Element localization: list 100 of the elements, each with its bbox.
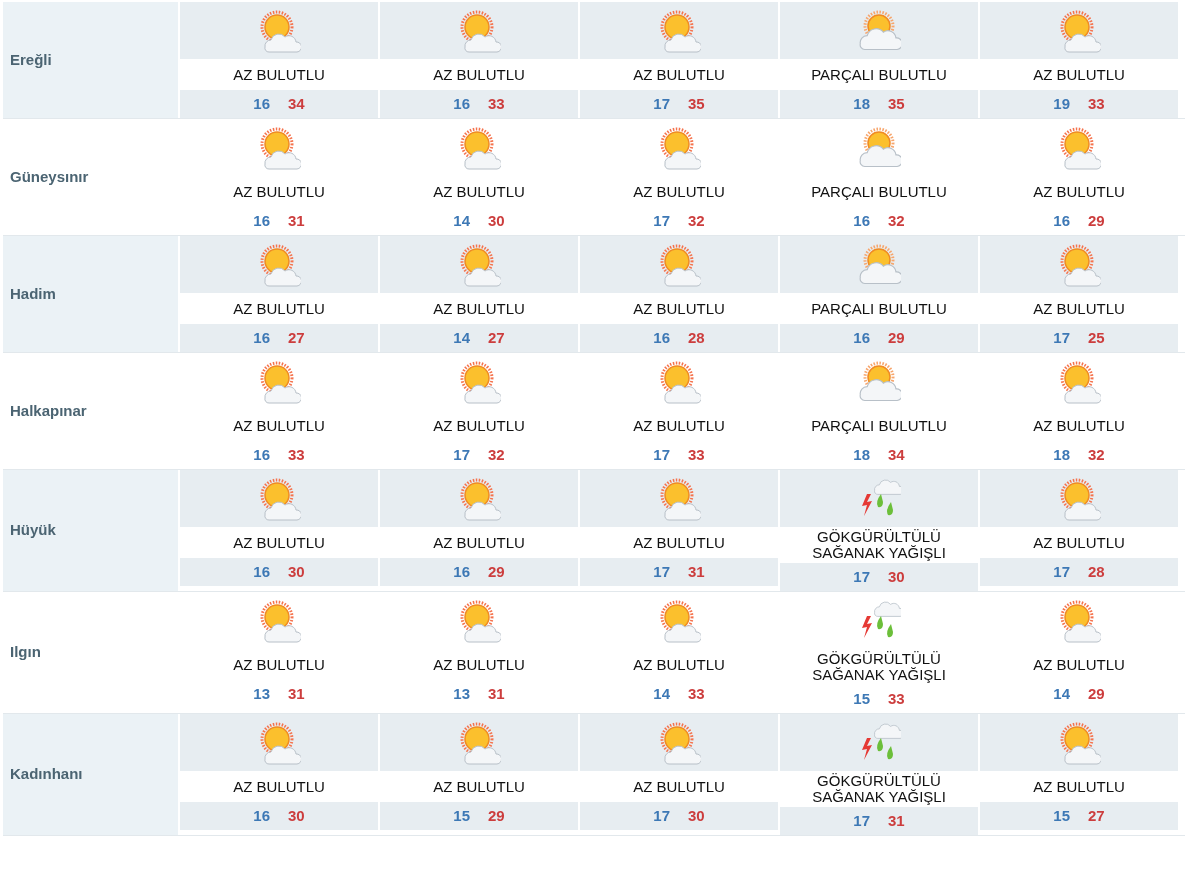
condition-text: AZ BULUTLU [233, 534, 325, 551]
high-temperature: 31 [488, 683, 505, 704]
sun-behind-cloud-icon [857, 125, 901, 170]
sun-behind-cloud-icon [857, 359, 901, 404]
condition-text: AZ BULUTLU [233, 300, 325, 317]
condition-text: PARÇALI BULUTLU [811, 183, 947, 200]
high-temperature: 30 [288, 561, 305, 582]
low-temperature: 17 [853, 566, 870, 587]
high-temperature: 29 [488, 805, 505, 826]
high-temperature: 31 [888, 810, 905, 831]
high-temperature: 28 [1088, 561, 1105, 582]
city-name: Güneysınır [10, 166, 89, 187]
low-temperature: 13 [453, 683, 470, 704]
condition-text: AZ BULUTLU [633, 417, 725, 434]
condition-text: AZ BULUTLU [1033, 183, 1125, 200]
condition-text: AZ BULUTLU [633, 778, 725, 795]
city-name: Kadınhanı [10, 764, 83, 785]
low-temperature: 16 [1053, 210, 1070, 231]
low-temperature: 16 [253, 93, 270, 114]
low-temperature: 16 [453, 93, 470, 114]
condition-text: AZ BULUTLU [433, 66, 525, 83]
condition-text: AZ BULUTLU [233, 66, 325, 83]
condition-text: AZ BULUTLU [1033, 66, 1125, 83]
low-temperature: 17 [653, 805, 670, 826]
condition-text: AZ BULUTLU [633, 656, 725, 673]
high-temperature: 31 [688, 561, 705, 582]
low-temperature: 16 [253, 327, 270, 348]
condition-text: PARÇALI BULUTLU [811, 417, 947, 434]
low-temperature: 14 [453, 327, 470, 348]
low-temperature: 16 [853, 327, 870, 348]
high-temperature: 27 [488, 327, 505, 348]
sun-behind-cloud-icon [857, 8, 901, 53]
high-temperature: 34 [888, 444, 905, 465]
high-temperature: 35 [688, 93, 705, 114]
low-temperature: 15 [853, 688, 870, 709]
low-temperature: 14 [453, 210, 470, 231]
high-temperature: 25 [1088, 327, 1105, 348]
high-temperature: 29 [488, 561, 505, 582]
high-temperature: 32 [688, 210, 705, 231]
condition-text: AZ BULUTLU [1033, 534, 1125, 551]
condition-text: AZ BULUTLU [633, 300, 725, 317]
condition-text: AZ BULUTLU [1033, 778, 1125, 795]
high-temperature: 32 [1088, 444, 1105, 465]
low-temperature: 16 [253, 210, 270, 231]
high-temperature: 29 [1088, 683, 1105, 704]
low-temperature: 16 [653, 327, 670, 348]
city-name: Halkapınar [10, 400, 87, 421]
high-temperature: 33 [688, 683, 705, 704]
condition-text: GÖKGÜRÜLTÜLÜ SAĞANAK YAĞIŞLI [811, 529, 947, 561]
high-temperature: 30 [288, 805, 305, 826]
low-temperature: 17 [1053, 561, 1070, 582]
condition-text: AZ BULUTLU [433, 183, 525, 200]
condition-text: AZ BULUTLU [233, 778, 325, 795]
condition-text: AZ BULUTLU [233, 656, 325, 673]
low-temperature: 15 [1053, 805, 1070, 826]
low-temperature: 17 [453, 444, 470, 465]
condition-text: PARÇALI BULUTLU [811, 66, 947, 83]
condition-text: AZ BULUTLU [433, 300, 525, 317]
high-temperature: 35 [888, 93, 905, 114]
city-name: Ilgın [10, 642, 41, 663]
condition-text: AZ BULUTLU [233, 417, 325, 434]
condition-text: AZ BULUTLU [433, 417, 525, 434]
high-temperature: 31 [288, 210, 305, 231]
condition-text: AZ BULUTLU [633, 183, 725, 200]
condition-text: AZ BULUTLU [633, 534, 725, 551]
high-temperature: 33 [288, 444, 305, 465]
high-temperature: 30 [688, 805, 705, 826]
condition-text: AZ BULUTLU [1033, 656, 1125, 673]
low-temperature: 16 [253, 805, 270, 826]
sun-behind-cloud-icon [857, 242, 901, 287]
high-temperature: 30 [888, 566, 905, 587]
high-temperature: 27 [1088, 805, 1105, 826]
condition-text: AZ BULUTLU [1033, 300, 1125, 317]
low-temperature: 15 [453, 805, 470, 826]
low-temperature: 19 [1053, 93, 1070, 114]
city-name: Hadim [10, 283, 56, 304]
low-temperature: 17 [653, 210, 670, 231]
low-temperature: 16 [453, 561, 470, 582]
condition-text: PARÇALI BULUTLU [811, 300, 947, 317]
high-temperature: 28 [688, 327, 705, 348]
low-temperature: 17 [1053, 327, 1070, 348]
high-temperature: 33 [888, 688, 905, 709]
low-temperature: 16 [253, 561, 270, 582]
high-temperature: 29 [1088, 210, 1105, 231]
city-name: Ereğli [10, 49, 52, 70]
low-temperature: 18 [853, 444, 870, 465]
condition-text: GÖKGÜRÜLTÜLÜ SAĞANAK YAĞIŞLI [811, 773, 947, 805]
high-temperature: 33 [488, 93, 505, 114]
high-temperature: 33 [688, 444, 705, 465]
low-temperature: 13 [253, 683, 270, 704]
city-name: Hüyük [10, 520, 56, 541]
condition-text: AZ BULUTLU [233, 183, 325, 200]
high-temperature: 27 [288, 327, 305, 348]
high-temperature: 32 [488, 444, 505, 465]
low-temperature: 17 [653, 561, 670, 582]
low-temperature: 17 [853, 810, 870, 831]
condition-text: AZ BULUTLU [433, 534, 525, 551]
low-temperature: 16 [253, 444, 270, 465]
condition-text: GÖKGÜRÜLTÜLÜ SAĞANAK YAĞIŞLI [811, 651, 947, 683]
condition-text: AZ BULUTLU [1033, 417, 1125, 434]
